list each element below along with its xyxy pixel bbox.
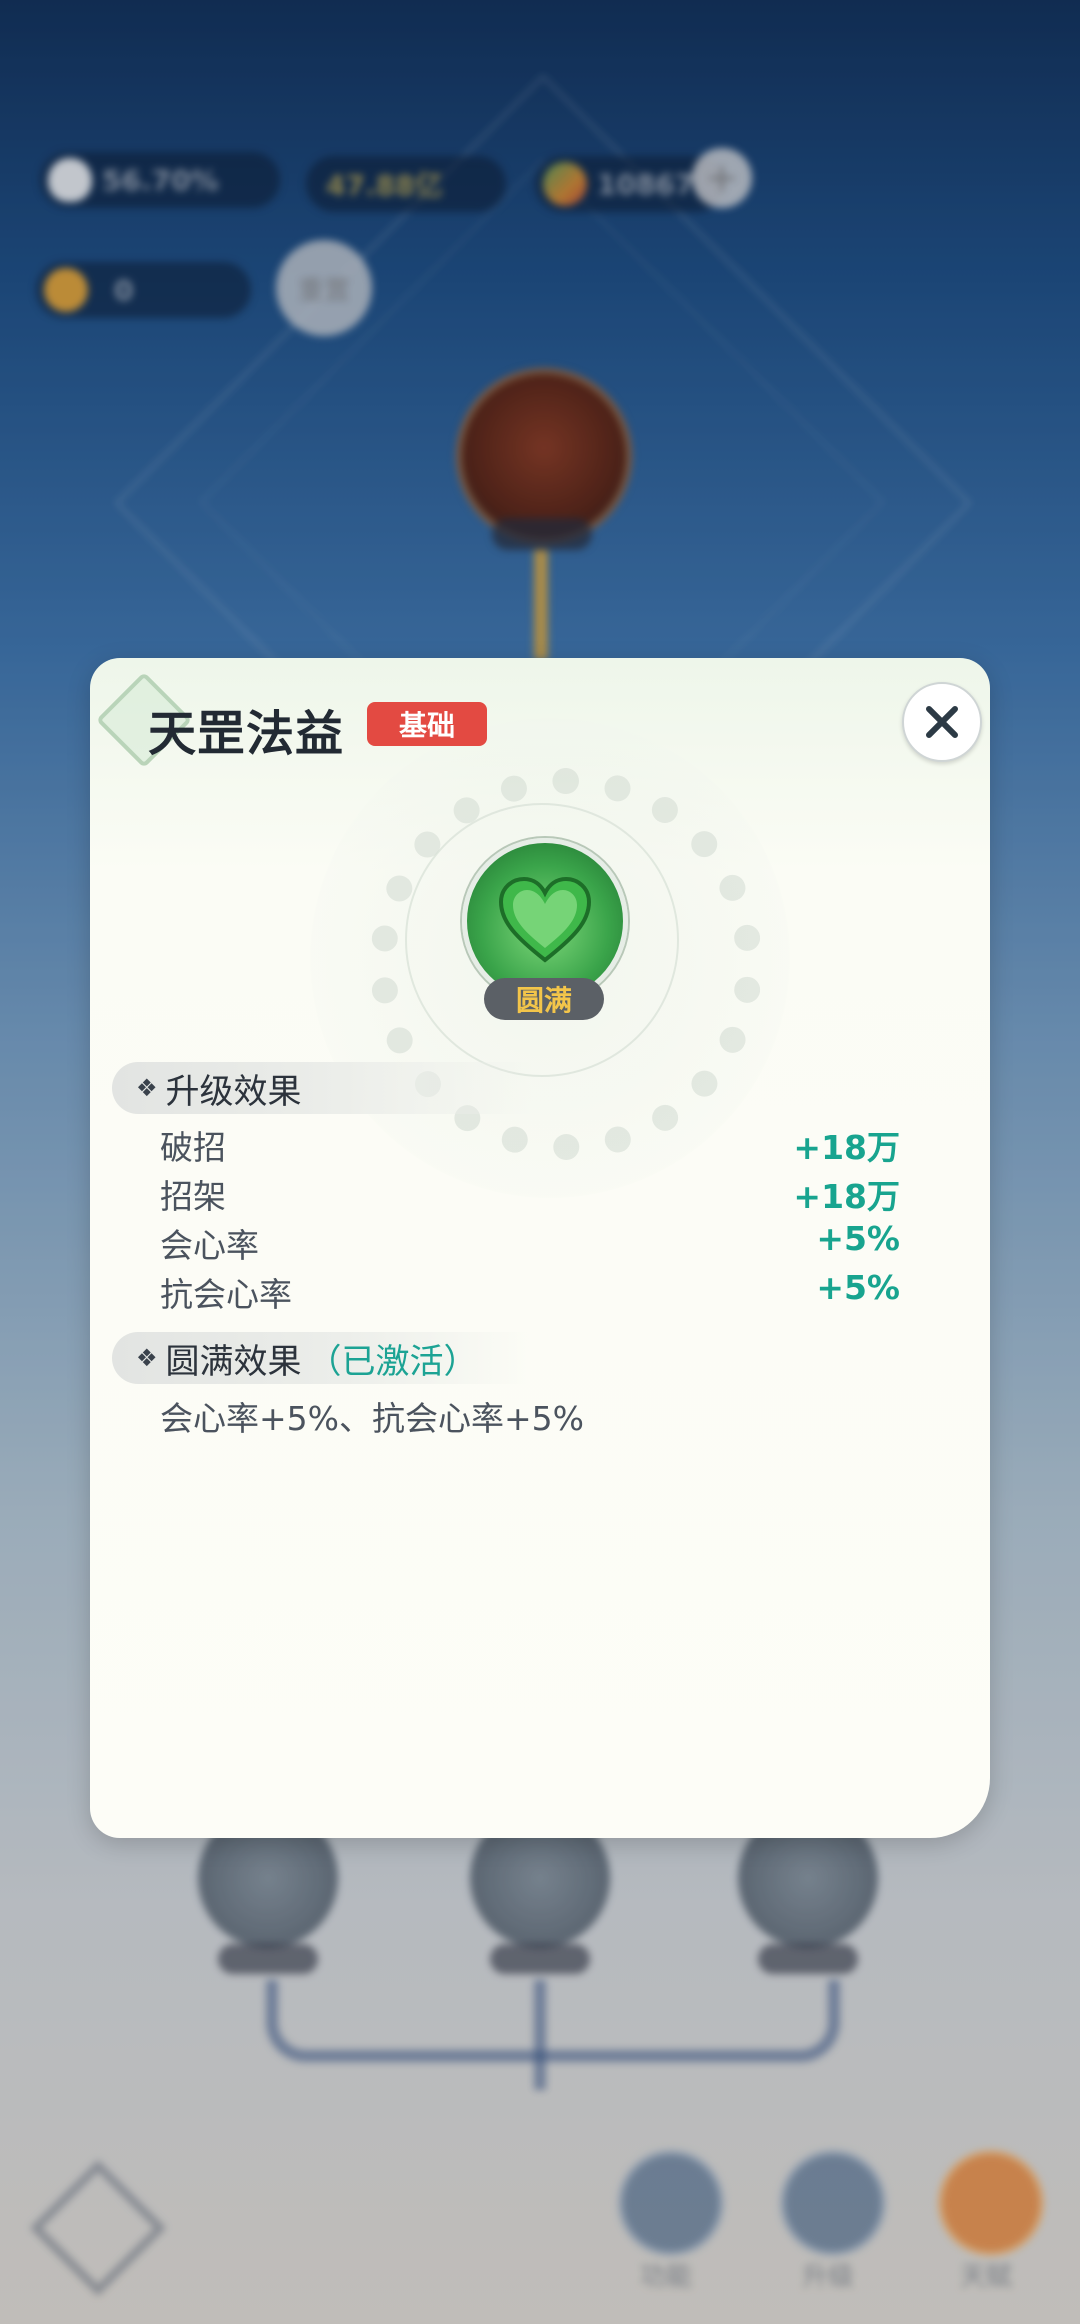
skill-status-tag: 圆满: [484, 978, 604, 1020]
type-badge: 基础: [367, 702, 487, 746]
stat-value: +18万: [793, 1177, 900, 1216]
stat-row: 招架 +18万: [160, 1170, 900, 1218]
bullet-icon: ❖: [136, 1074, 158, 1102]
stat-name: 破招: [160, 1128, 226, 1167]
full-effect-status: （已激活）: [307, 1341, 478, 1382]
stat-value: +5%: [816, 1268, 900, 1307]
stat-value: +18万: [793, 1128, 900, 1167]
stat-name: 会心率: [160, 1226, 259, 1265]
upgrade-effect-label: 升级效果: [165, 1071, 302, 1112]
full-effect-label: 圆满效果: [165, 1341, 302, 1382]
stat-row: 抗会心率 +5%: [160, 1268, 900, 1316]
full-effect-description: 会心率+5%、抗会心率+5%: [160, 1399, 585, 1438]
dialog-title: 天罡法益: [148, 706, 345, 762]
stat-name: 招架: [160, 1177, 226, 1216]
upgrade-effect-header: ❖ 升级效果: [112, 1062, 532, 1114]
stat-row: 破招 +18万: [160, 1121, 900, 1169]
stat-value: +5%: [816, 1219, 900, 1258]
stat-row: 会心率 +5%: [160, 1219, 900, 1267]
close-icon: [926, 706, 958, 738]
close-button[interactable]: [902, 682, 982, 762]
skill-detail-dialog: 天罡法益 基础 圆满 ❖ 升级效果 破招 +18万 招架 +18万 会心率 +5…: [90, 658, 990, 1838]
heart-icon: [498, 876, 592, 963]
stat-name: 抗会心率: [160, 1275, 292, 1314]
full-effect-header: ❖ 圆满效果 （已激活）: [112, 1332, 532, 1384]
bullet-icon: ❖: [136, 1344, 158, 1372]
